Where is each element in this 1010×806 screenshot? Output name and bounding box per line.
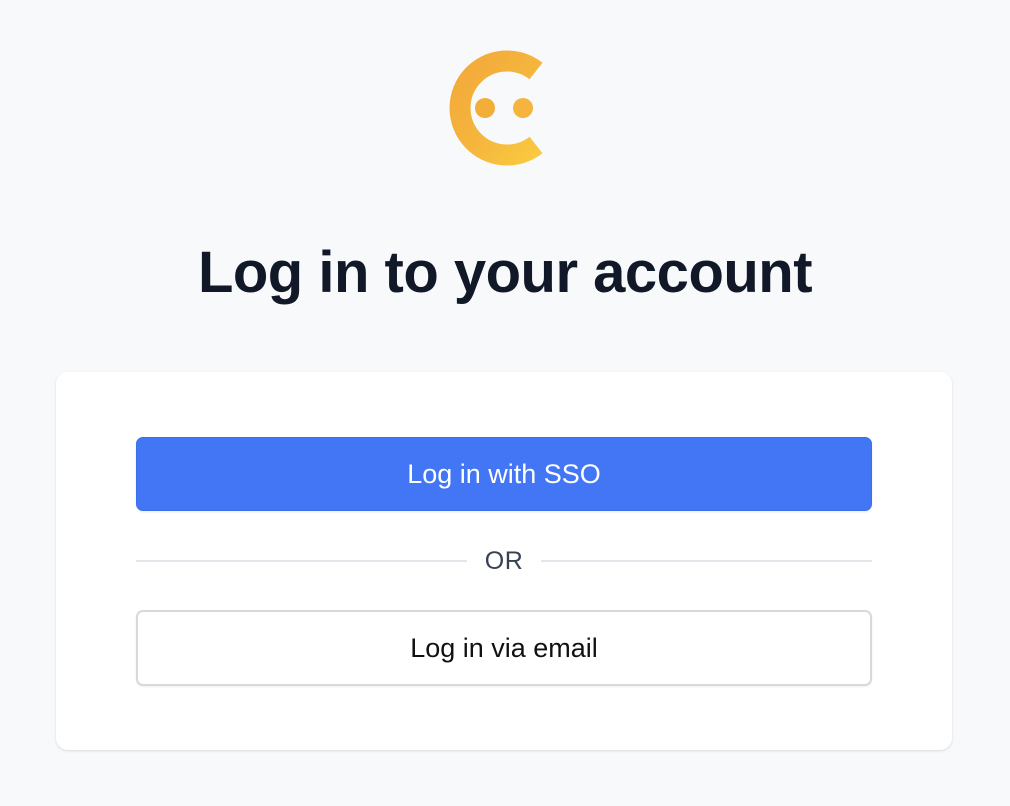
sso-login-button[interactable]: Log in with SSO <box>136 437 872 511</box>
login-page: Log in to your account Log in with SSO O… <box>0 0 1010 806</box>
logo-right-eye <box>513 98 533 118</box>
page-title: Log in to your account <box>197 240 813 305</box>
login-card: Log in with SSO OR Log in via email <box>56 372 952 750</box>
divider-label: OR <box>484 546 524 575</box>
logo-left-eye <box>475 98 495 118</box>
email-login-button[interactable]: Log in via email <box>136 610 872 686</box>
or-divider: OR <box>136 544 872 578</box>
divider-right-line <box>541 560 872 562</box>
smiley-c-logo-icon <box>449 50 543 166</box>
divider-left-line <box>136 560 467 562</box>
